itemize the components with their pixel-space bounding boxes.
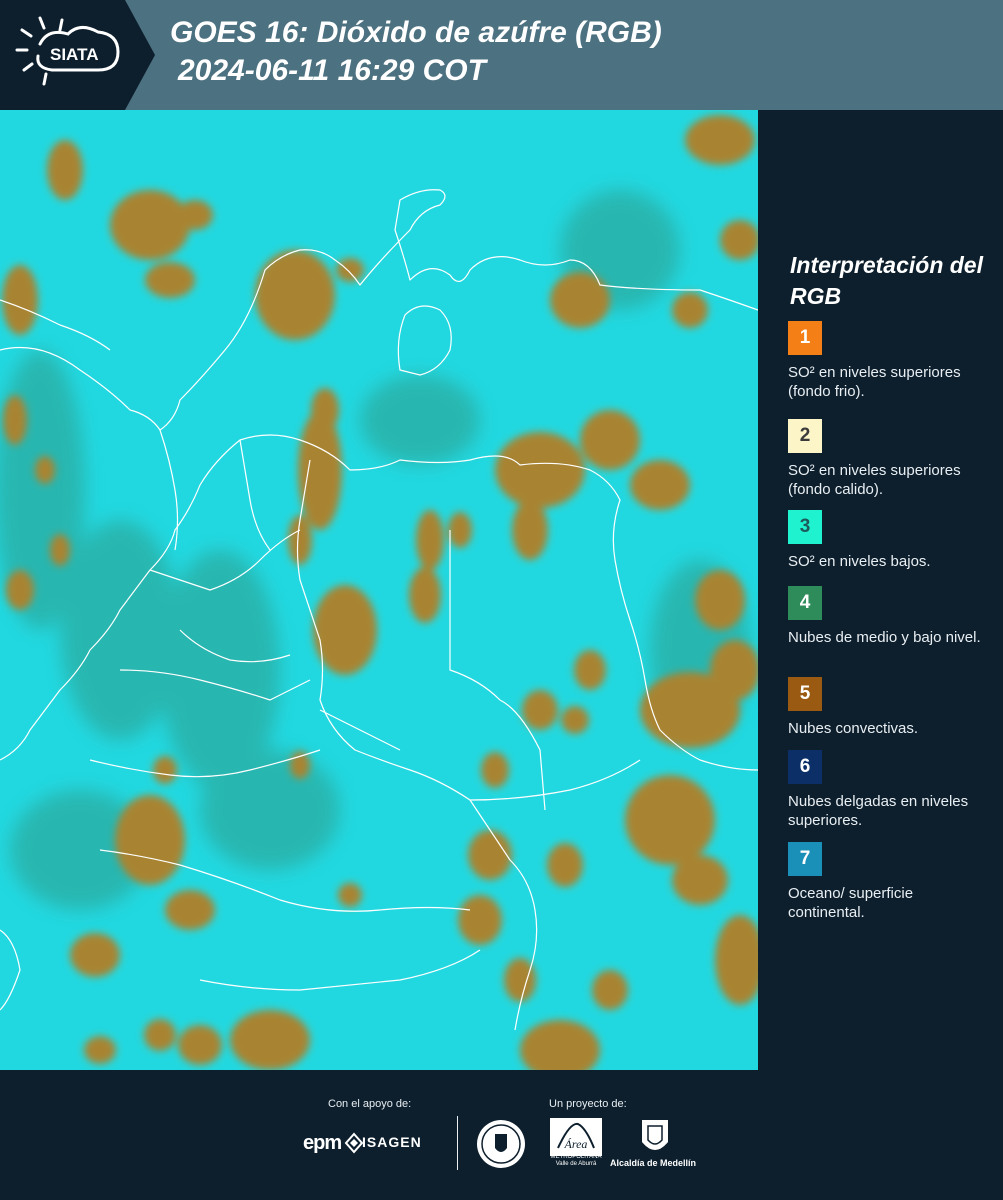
siata-logo: SIATA [0,0,155,110]
area-metropolitana-logo: Área [550,1118,602,1156]
legend-text-5: Nubes convectivas. [788,720,919,737]
project-label: Un proyecto de: [549,1098,627,1110]
legend-title: Interpretación del RGB [790,252,983,309]
legend-text-6: Nubes delgadas en niveles superiores. [788,793,969,829]
alcaldia-label: Alcaldía de Medellín [610,1158,697,1168]
footer: Con el apoyo de: Un proyecto de: epm ISA… [0,1070,1003,1200]
page-title: GOES 16: Dióxido de azúfre (RGB) 2024-06-… [170,14,662,90]
legend-text-7: Oceano/ superficie continental. [788,885,914,921]
header-bar: SIATA GOES 16: Dióxido de azúfre (RGB) 20… [0,0,1003,110]
title-line-1: GOES 16: Dióxido de azúfre (RGB) [170,16,662,49]
epm-logo: epm [303,1132,342,1154]
legend-text-2: SO² en niveles superiores (fondo calido)… [788,462,961,498]
legend-item-5: 5 Nubes convectivas. [788,677,988,738]
area-logo-text: Área [564,1137,588,1151]
legend-swatch-4: 4 [788,586,822,620]
legend-item-7: 7 Oceano/ superficie continental. [788,842,988,922]
legend-swatch-5: 5 [788,677,822,711]
support-label: Con el apoyo de: [328,1098,412,1110]
legend-swatch-6: 6 [788,750,822,784]
legend-item-2: 2 SO² en niveles superiores (fondo calid… [788,419,988,499]
footer-divider [457,1116,458,1170]
logo-text: SIATA [50,45,98,64]
legend-swatch-1: 1 [788,321,822,355]
medellin-seal-icon [477,1120,525,1168]
legend-swatch-2: 2 [788,419,822,453]
legend-item-1: 1 SO² en niveles superiores (fondo frio)… [788,321,988,401]
isagen-mark-icon [344,1132,364,1154]
alcaldia-shield-icon [642,1120,668,1150]
legend-text-4: Nubes de medio y bajo nivel. [788,629,981,646]
satellite-map [0,110,758,1070]
legend-text-3: SO² en niveles bajos. [788,553,931,570]
legend-item-4: 4 Nubes de medio y bajo nivel. [788,586,988,647]
legend-item-6: 6 Nubes delgadas en niveles superiores. [788,750,988,830]
legend-item-3: 3 SO² en niveles bajos. [788,510,988,571]
legend-panel: Interpretación del RGB 1 SO² en niveles … [758,110,1003,1070]
area-metropolitana-text: METROPOLITANA Valle de Aburrá [550,1154,602,1167]
legend-text-1: SO² en niveles superiores (fondo frio). [788,364,961,400]
isagen-logo: ISAGEN [362,1134,422,1150]
title-line-2: 2024-06-11 16:29 COT [178,54,486,87]
legend-swatch-7: 7 [788,842,822,876]
legend-swatch-3: 3 [788,510,822,544]
